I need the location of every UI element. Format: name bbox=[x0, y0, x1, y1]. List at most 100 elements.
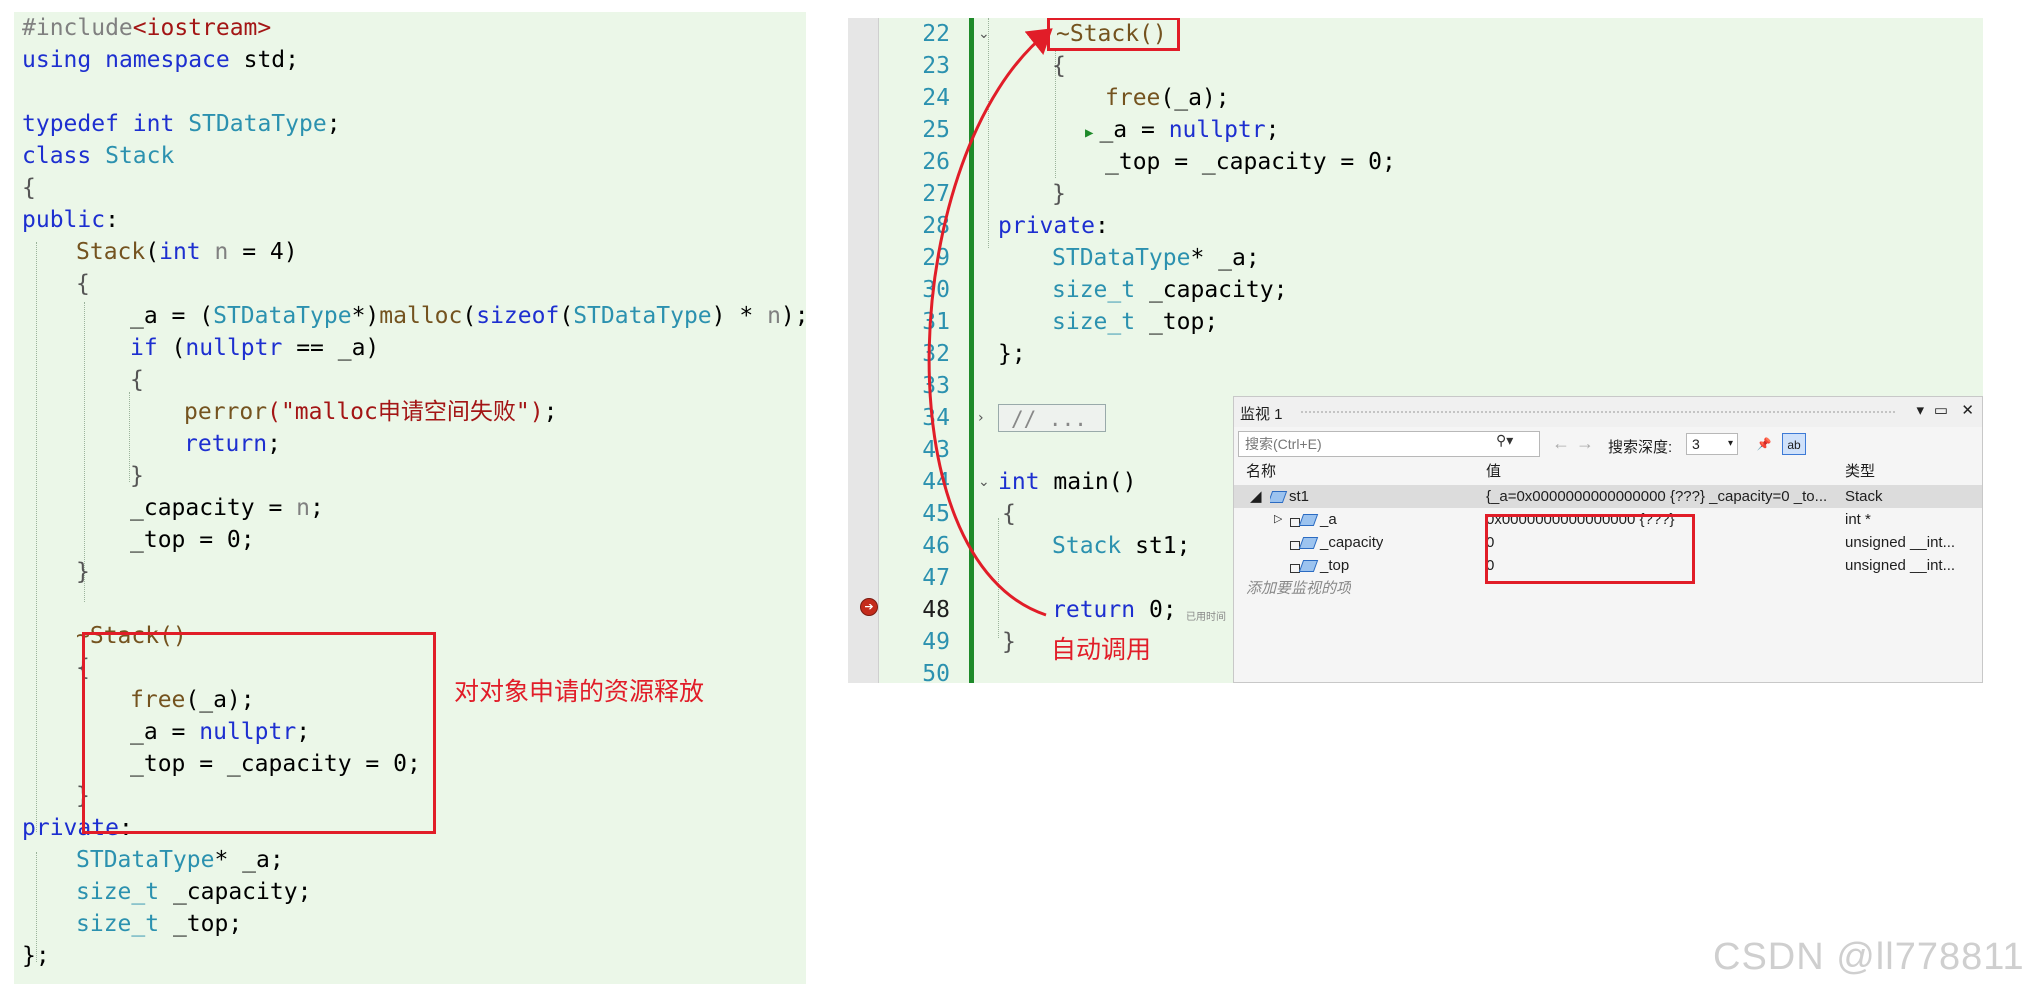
watch-row-type: unsigned __int... bbox=[1845, 557, 1956, 574]
watch-row-name: _a bbox=[1290, 508, 1337, 531]
line-number-current: 48 bbox=[922, 597, 950, 623]
line-number: 26 bbox=[922, 149, 950, 175]
code-line-brace: } bbox=[1052, 181, 1066, 207]
search-input[interactable]: 搜索(Ctrl+E) bbox=[1238, 431, 1540, 457]
maximize-icon[interactable]: ▭ bbox=[1934, 401, 1948, 419]
code-line-member-capacity: size_t _capacity; bbox=[1052, 277, 1288, 303]
line-number: 32 bbox=[922, 341, 950, 367]
search-icon[interactable]: ⚲▾ bbox=[1496, 432, 1513, 449]
forward-arrow-icon[interactable]: → bbox=[1576, 433, 1594, 454]
line-number: 34 bbox=[922, 405, 950, 431]
code-line-include: #include<iostream> bbox=[22, 15, 272, 41]
code-line-class-end: }; bbox=[22, 943, 50, 969]
search-depth-select[interactable]: 3 ▾ bbox=[1686, 433, 1738, 455]
line-number: 50 bbox=[922, 661, 950, 683]
line-number: 49 bbox=[922, 629, 950, 655]
watch-title: 监视 1 bbox=[1240, 406, 1283, 423]
fold-toggle-icon[interactable]: ⌄ bbox=[978, 474, 990, 490]
code-line-class-end: }; bbox=[998, 341, 1026, 367]
indent-guide bbox=[36, 242, 37, 832]
line-number: 25 bbox=[922, 117, 950, 143]
collapse-icon[interactable]: ◢ bbox=[1250, 485, 1262, 508]
line-number: 46 bbox=[922, 533, 950, 559]
code-line-return: return 0; bbox=[1052, 597, 1177, 623]
code-line-reset: _top = _capacity = 0; bbox=[1105, 149, 1396, 175]
code-line-malloc: _a = (STDataType*)malloc(sizeof(STDataTy… bbox=[130, 303, 809, 329]
code-line-return: return; bbox=[184, 431, 281, 457]
line-number: 29 bbox=[922, 245, 950, 271]
drag-grip[interactable] bbox=[1300, 410, 1896, 415]
watch-row-type: unsigned __int... bbox=[1845, 534, 1956, 551]
code-line-private: private: bbox=[998, 213, 1109, 239]
code-line-if: if (nullptr == _a) bbox=[130, 335, 380, 361]
code-line-member-top: size_t _top; bbox=[76, 911, 243, 937]
watch-title-bar[interactable]: 监视 1 ▾ ▭ ✕ bbox=[1234, 397, 1982, 427]
elapsed-time-hint: 已用时间 bbox=[1186, 612, 1226, 623]
line-number: 45 bbox=[922, 501, 950, 527]
destructor-highlight-box bbox=[1047, 18, 1180, 51]
code-line-stack-var: Stack st1; bbox=[1052, 533, 1191, 559]
expand-icon[interactable]: ▷ bbox=[1274, 508, 1282, 531]
auto-call-annotation: 自动调用 bbox=[1051, 636, 1152, 664]
watermark: CSDN @ll778811 bbox=[1713, 936, 2025, 978]
search-depth-label: 搜索深度: bbox=[1608, 439, 1673, 456]
destructor-annotation: 对对象申请的资源释放 bbox=[454, 678, 705, 706]
code-line-class: class Stack bbox=[22, 143, 175, 169]
indent-guide bbox=[988, 18, 989, 248]
expand-toggle-icon[interactable]: › bbox=[978, 410, 984, 426]
watch-row-value[interactable]: {_a=0x0000000000000000 {???} _capacity=0… bbox=[1486, 485, 1838, 508]
code-line-using: using namespace std; bbox=[22, 47, 299, 73]
watch-row-name: _capacity bbox=[1290, 531, 1383, 554]
code-line-brace: } bbox=[1002, 629, 1016, 655]
column-header-type[interactable]: 类型 bbox=[1845, 461, 1875, 483]
watch-row[interactable]: ◢ st1 {_a=0x0000000000000000 {???} _capa… bbox=[1234, 485, 1982, 508]
line-number: 44 bbox=[922, 469, 950, 495]
watch-toolbar: 搜索(Ctrl+E) ⚲▾ ← → 搜索深度: 3 ▾ 📌 ab bbox=[1234, 427, 1982, 461]
back-arrow-icon[interactable]: ← bbox=[1552, 433, 1570, 454]
code-line-member-a: STDataType* _a; bbox=[76, 847, 284, 873]
column-header-value[interactable]: 值 bbox=[1486, 461, 1501, 483]
code-line-brace: { bbox=[76, 271, 90, 297]
line-number: 47 bbox=[922, 565, 950, 591]
code-line-brace: { bbox=[1052, 53, 1066, 79]
line-number: 30 bbox=[922, 277, 950, 303]
line-number: 33 bbox=[922, 373, 950, 399]
field-icon bbox=[1298, 560, 1319, 573]
code-line-brace: { bbox=[1002, 501, 1016, 527]
code-line-nullptr: ▶ _a = nullptr; bbox=[1085, 117, 1280, 143]
code-line-top: _top = 0; bbox=[130, 527, 255, 553]
left-code-panel: #include<iostream> using namespace std; … bbox=[14, 12, 809, 984]
code-line-constructor: Stack(int n = 4) bbox=[76, 239, 298, 265]
code-line-member-capacity: size_t _capacity; bbox=[76, 879, 312, 905]
watch-row-name: st1 bbox=[1270, 485, 1309, 508]
line-number: 28 bbox=[922, 213, 950, 239]
code-line-brace: { bbox=[130, 367, 144, 393]
column-header-name[interactable]: 名称 bbox=[1246, 461, 1276, 483]
code-line-main: int main() bbox=[998, 469, 1137, 495]
line-number: 24 bbox=[922, 85, 950, 111]
code-line-member-top: size_t _top; bbox=[1052, 309, 1219, 335]
pin-icon[interactable]: 📌 bbox=[1752, 433, 1776, 455]
code-line-brace: } bbox=[76, 559, 90, 585]
code-line-capacity: _capacity = n; bbox=[130, 495, 324, 521]
watch-row-name: _top bbox=[1290, 554, 1349, 577]
code-line-perror: perror("malloc申请空间失败"); bbox=[184, 399, 558, 425]
hex-view-icon[interactable]: ab bbox=[1782, 433, 1806, 455]
field-icon bbox=[1298, 514, 1319, 527]
watch-row-type: Stack bbox=[1845, 488, 1883, 505]
line-number: 31 bbox=[922, 309, 950, 335]
editor-gutter bbox=[848, 18, 879, 683]
code-line-brace: { bbox=[22, 175, 36, 201]
code-line-free: free(_a); bbox=[1105, 85, 1230, 111]
line-number: 43 bbox=[922, 437, 950, 463]
line-number: 23 bbox=[922, 53, 950, 79]
close-icon[interactable]: ✕ bbox=[1961, 401, 1974, 419]
code-line-typedef: typedef int STDataType; bbox=[22, 111, 341, 137]
watch-window: 监视 1 ▾ ▭ ✕ 搜索(Ctrl+E) ⚲▾ ← → 搜索深度: 3 ▾ 📌 … bbox=[1233, 396, 1983, 683]
object-icon bbox=[1270, 491, 1288, 504]
code-line-public: public: bbox=[22, 207, 119, 233]
watch-row-type: int * bbox=[1845, 511, 1871, 528]
dropdown-icon[interactable]: ▾ bbox=[1916, 401, 1924, 419]
field-icon bbox=[1298, 537, 1319, 550]
collapsed-region[interactable]: // ... bbox=[998, 404, 1106, 432]
